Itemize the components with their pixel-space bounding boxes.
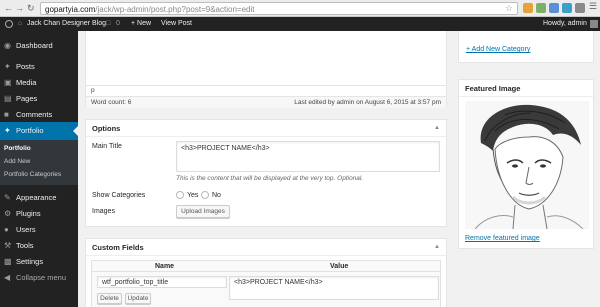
bookmark-star-icon[interactable]: ☆ — [505, 3, 513, 14]
portrait-sketch — [465, 101, 589, 229]
comments-count[interactable]: 0 — [116, 17, 120, 31]
featured-image[interactable] — [465, 101, 589, 229]
options-title: Options — [92, 124, 121, 133]
main-title-field[interactable]: <h3>PROJECT NAME</h3> — [176, 141, 440, 172]
sidebar-item-collapse[interactable]: ◀ Collapse menu — [0, 269, 78, 287]
main-title-value: <h3>PROJECT NAME</h3> — [181, 145, 270, 152]
extension-icon[interactable] — [549, 3, 559, 13]
tools-icon: ⚒ — [4, 241, 12, 250]
editor-path: p — [91, 87, 95, 94]
comments-icon[interactable]: □ — [106, 17, 110, 31]
new-content-link[interactable]: + New — [131, 17, 151, 31]
active-indicator — [73, 126, 78, 136]
upload-images-button[interactable]: Upload Images — [176, 205, 230, 218]
url-text: gopartyia.com/jack/wp-admin/post.php?pos… — [45, 4, 254, 15]
extension-icon[interactable] — [523, 3, 533, 13]
delete-button[interactable]: Delete — [97, 293, 122, 304]
extension-icon[interactable] — [575, 3, 585, 13]
view-post-link[interactable]: View Post — [161, 17, 192, 31]
show-categories-no-radio[interactable] — [201, 191, 209, 199]
toggle-arrow-icon[interactable]: ▲ — [434, 120, 440, 137]
table-row: wtf_portfolio_top_title <h3>PROJECT NAME… — [91, 272, 441, 307]
last-edited: Last edited by admin on August 6, 2015 a… — [294, 99, 441, 106]
collapse-icon: ◀ — [4, 273, 11, 282]
add-new-category-link[interactable]: + Add New Category — [466, 46, 530, 53]
portfolio-icon: ✦ — [4, 126, 11, 135]
submenu-portfolio[interactable]: Portfolio — [4, 143, 31, 155]
site-name-link[interactable]: Jack Chan Designer Blog — [27, 17, 106, 31]
categories-metabox: + Add New Category — [458, 31, 594, 63]
post-editor: p Word count: 6 Last edited by admin on … — [85, 31, 447, 108]
editor-content-area[interactable] — [86, 31, 446, 84]
editor-path-bar: p — [86, 85, 446, 96]
users-icon: ● — [4, 225, 9, 234]
show-categories-yes-radio[interactable] — [176, 191, 184, 199]
sidebar-item-label: Collapse menu — [16, 273, 67, 282]
word-count: Word count: 6 — [91, 99, 132, 106]
no-label: No — [212, 192, 221, 199]
editor-status-bar: Word count: 6 Last edited by admin on Au… — [86, 96, 446, 108]
custom-field-value-input[interactable]: <h3>PROJECT NAME</h3> — [229, 276, 439, 300]
column-value-header: Value — [330, 263, 349, 270]
reload-icon[interactable]: ↻ — [27, 3, 35, 14]
brush-icon: ✎ — [4, 193, 11, 202]
sidebar-item-dashboard[interactable]: ◉ Dashboard — [0, 37, 78, 55]
show-categories-label: Show Categories — [92, 192, 146, 199]
media-icon: ▣ — [4, 78, 12, 87]
custom-fields-table-head: Name Value — [91, 260, 441, 272]
custom-field-name-input[interactable]: wtf_portfolio_top_title — [97, 276, 227, 288]
sidebar-item-label: Dashboard — [16, 41, 53, 50]
portfolio-submenu: Portfolio Add New Portfolio Categories — [0, 140, 78, 185]
wordpress-logo-icon[interactable] — [5, 20, 13, 28]
plugin-icon: ⚙ — [4, 209, 12, 218]
featured-image-metabox: Featured Image Remove featured image — [458, 79, 594, 249]
column-name-header: Name — [155, 263, 175, 270]
toggle-arrow-icon[interactable]: ▲ — [434, 239, 440, 256]
submenu-portfolio-categories[interactable]: Portfolio Categories — [4, 169, 61, 181]
avatar[interactable] — [590, 20, 598, 28]
menu-icon[interactable]: ☰ — [589, 1, 597, 12]
browser-toolbar: ← → ↻ gopartyia.com/jack/wp-admin/post.p… — [0, 0, 600, 17]
settings-icon: ▩ — [4, 257, 12, 266]
custom-fields-header[interactable]: Custom Fields ▲ — [86, 239, 446, 256]
address-bar[interactable]: gopartyia.com/jack/wp-admin/post.php?pos… — [40, 2, 518, 15]
extension-icon[interactable] — [536, 3, 546, 13]
featured-image-title: Featured Image — [465, 84, 521, 93]
custom-field-value-text: <h3>PROJECT NAME</h3> — [234, 279, 323, 286]
yes-label: Yes — [187, 192, 199, 199]
update-button[interactable]: Update — [125, 293, 151, 304]
sidebar-item-label: Portfolio — [16, 126, 44, 135]
home-icon: ⌂ — [18, 20, 23, 27]
options-metabox: Options ▲ Main Title <h3>PROJECT NAME</h… — [85, 119, 447, 227]
featured-image-header[interactable]: Featured Image — [459, 80, 593, 97]
options-header[interactable]: Options ▲ — [86, 120, 446, 137]
url-path: /jack/wp-admin/post.php?post=9&action=ed… — [95, 5, 255, 14]
custom-field-name-value: wtf_portfolio_top_title — [102, 279, 169, 286]
submenu-add-new[interactable]: Add New — [4, 156, 30, 168]
main-title-description: This is the content that will be display… — [176, 175, 364, 182]
extension-icon[interactable] — [562, 3, 572, 13]
pin-icon: ✦ — [4, 62, 11, 71]
comments-icon: ■ — [4, 110, 9, 119]
custom-fields-title: Custom Fields — [92, 243, 144, 252]
admin-bar: ⌂ Jack Chan Designer Blog □ 0 + New View… — [0, 17, 600, 31]
remove-featured-image-link[interactable]: Remove featured image — [465, 235, 540, 242]
sidebar-item-portfolio[interactable]: ✦ Portfolio — [0, 122, 78, 140]
back-icon[interactable]: ← — [4, 3, 13, 14]
dashboard-icon: ◉ — [4, 41, 11, 50]
main-title-label: Main Title — [92, 143, 122, 150]
images-label: Images — [92, 208, 115, 215]
howdy-user[interactable]: Howdy, admin — [543, 17, 587, 31]
pages-icon: ▤ — [4, 94, 12, 103]
url-domain: gopartyia.com — [45, 5, 96, 14]
forward-icon[interactable]: → — [15, 3, 24, 14]
admin-sidebar: ◉ Dashboard ✦ Posts ▣ Media ▤ Pages ■ Co… — [0, 31, 78, 307]
custom-fields-metabox: Custom Fields ▲ Name Value wtf_portfolio… — [85, 238, 447, 307]
